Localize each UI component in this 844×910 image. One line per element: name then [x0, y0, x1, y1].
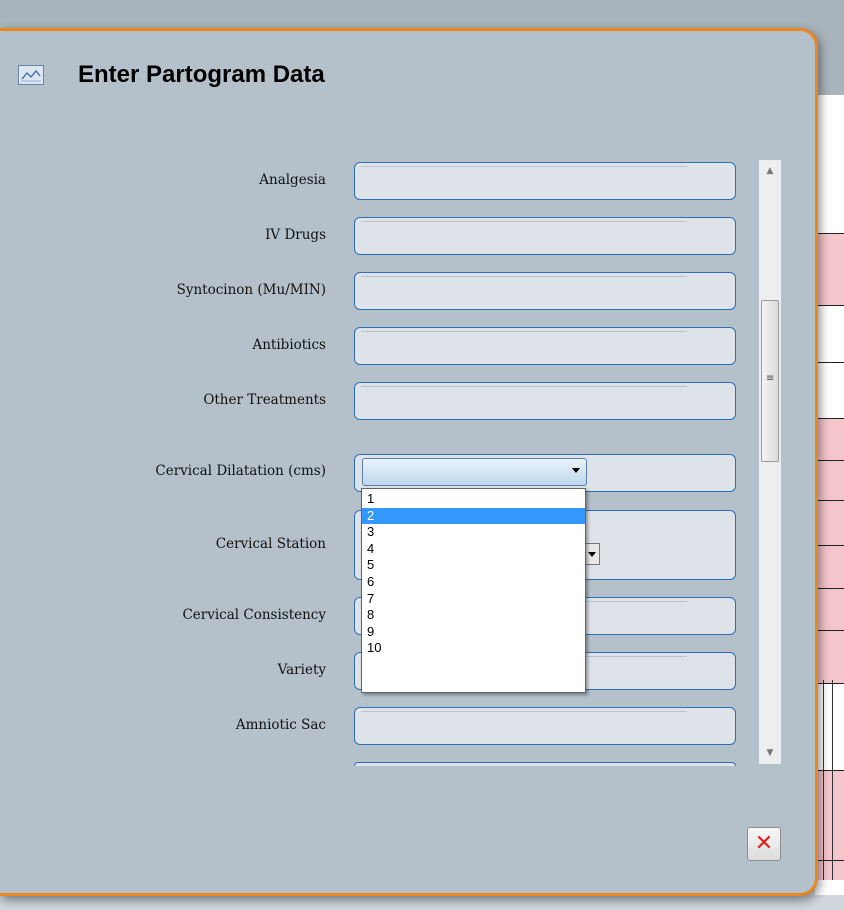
- field-label-antibiotics: Antibiotics: [252, 337, 326, 353]
- dilatation-options-list: 1 2 3 4 5 6 7 8 9 10: [361, 488, 586, 693]
- antibiotics-input[interactable]: [354, 327, 736, 365]
- field-label-cervical-dilatation: Cervical Dilatation (cms): [155, 463, 326, 479]
- grid-vline: [823, 680, 824, 880]
- dropdown-option[interactable]: 9: [362, 624, 585, 641]
- grip-icon: ≡: [766, 373, 775, 384]
- amniotic-sac-input[interactable]: [354, 707, 736, 745]
- chart-icon: [18, 65, 44, 85]
- grid-line: [815, 362, 844, 363]
- form-scrollbar[interactable]: ▲ ≡ ▼: [759, 160, 781, 764]
- dropdown-option[interactable]: 10: [362, 640, 585, 657]
- grid-line: [815, 683, 844, 684]
- dropdown-option[interactable]: 8: [362, 607, 585, 624]
- analgesia-input[interactable]: [354, 162, 736, 200]
- grid-vline: [832, 680, 833, 880]
- grid-line: [815, 860, 844, 861]
- grid-line: [815, 500, 844, 501]
- iv-drugs-input[interactable]: [354, 217, 736, 255]
- grid-line: [815, 305, 844, 306]
- scroll-down-icon[interactable]: ▼: [759, 742, 781, 764]
- grid-pink-band: [815, 770, 844, 880]
- grid-line: [815, 233, 844, 234]
- chevron-down-icon: [588, 552, 596, 557]
- grid-line: [815, 630, 844, 631]
- cervical-dilatation-dropdown[interactable]: [362, 458, 587, 486]
- dropdown-option[interactable]: 7: [362, 591, 585, 608]
- dropdown-option[interactable]: 3: [362, 524, 585, 541]
- syntocinon-input[interactable]: [354, 272, 736, 310]
- field-label-variety: Variety: [277, 662, 326, 678]
- field-label-analgesia: Analgesia: [259, 172, 326, 188]
- dropdown-option[interactable]: 1: [362, 491, 585, 508]
- field-label-syntocinon: Syntocinon (Mu/MIN): [176, 282, 326, 298]
- close-icon: ✕: [754, 831, 774, 856]
- next-field-partial[interactable]: [354, 762, 736, 766]
- grid-line: [815, 545, 844, 546]
- grid-pink-band: [815, 233, 844, 305]
- grid-line: [815, 418, 844, 419]
- field-label-iv-drugs: IV Drugs: [265, 227, 326, 243]
- grid-line: [815, 770, 844, 771]
- app-footer-bg: [0, 895, 844, 910]
- close-button[interactable]: ✕: [747, 827, 781, 861]
- field-label-cervical-station: Cervical Station: [215, 536, 326, 552]
- field-label-amniotic-sac: Amniotic Sac: [235, 717, 326, 733]
- grid-line: [815, 588, 844, 589]
- dropdown-option[interactable]: 5: [362, 557, 585, 574]
- chevron-down-icon: [572, 468, 580, 473]
- other-treatments-input[interactable]: [354, 382, 736, 420]
- grid-line: [815, 460, 844, 461]
- dropdown-option[interactable]: 6: [362, 574, 585, 591]
- dropdown-option[interactable]: 2: [362, 507, 585, 525]
- dropdown-option[interactable]: 4: [362, 541, 585, 558]
- grid-pink-band: [815, 418, 844, 683]
- field-label-other-treatments: Other Treatments: [203, 392, 326, 408]
- dialog-title: Enter Partogram Data: [78, 61, 325, 88]
- field-label-cervical-consistency: Cervical Consistency: [182, 607, 326, 623]
- scroll-thumb[interactable]: ≡: [761, 300, 779, 462]
- scroll-up-icon[interactable]: ▲: [759, 160, 781, 182]
